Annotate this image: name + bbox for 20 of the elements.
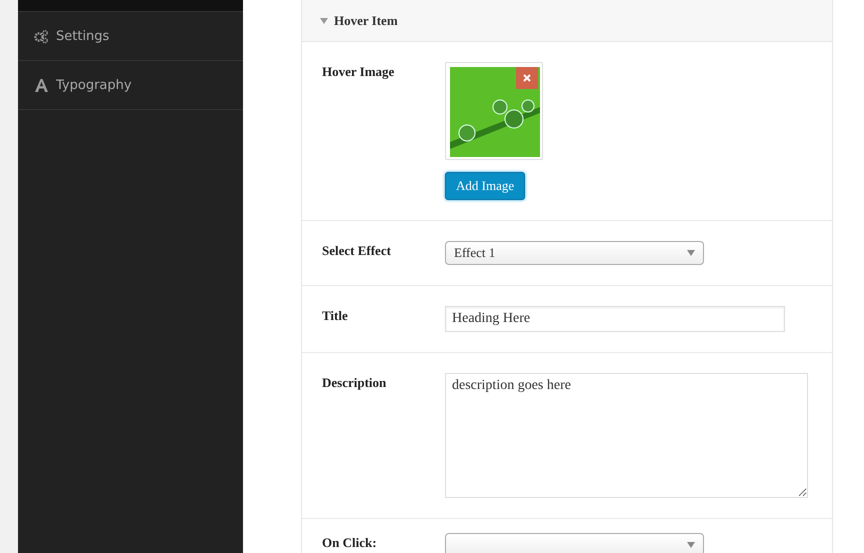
add-image-button[interactable]: Add Image <box>445 172 526 200</box>
field-label: Description <box>322 374 388 392</box>
close-icon <box>523 74 531 82</box>
effect-dropdown[interactable]: Effect 1 <box>445 241 704 265</box>
caret-icon <box>687 250 695 256</box>
field-label: On Click: <box>322 534 378 552</box>
field-label: Title <box>322 307 349 325</box>
remove-button[interactable] <box>516 67 538 89</box>
effect-dropdown[interactable] <box>445 533 704 553</box>
panel-title: Hover Item <box>334 12 398 28</box>
sidebar-item[interactable]: Typography <box>18 61 243 110</box>
description-textarea[interactable]: description goes here <box>445 373 808 498</box>
letter-icon <box>34 78 49 92</box>
caret-icon <box>687 542 695 548</box>
panel-header[interactable]: Hover Item <box>302 0 832 42</box>
field-label: Select Effect <box>322 242 392 260</box>
sidebar-item[interactable]: Settings <box>18 12 243 61</box>
gears-icon <box>34 28 49 44</box>
title-input[interactable]: Heading Here <box>445 306 785 332</box>
field-label: Hover Image <box>322 63 396 81</box>
